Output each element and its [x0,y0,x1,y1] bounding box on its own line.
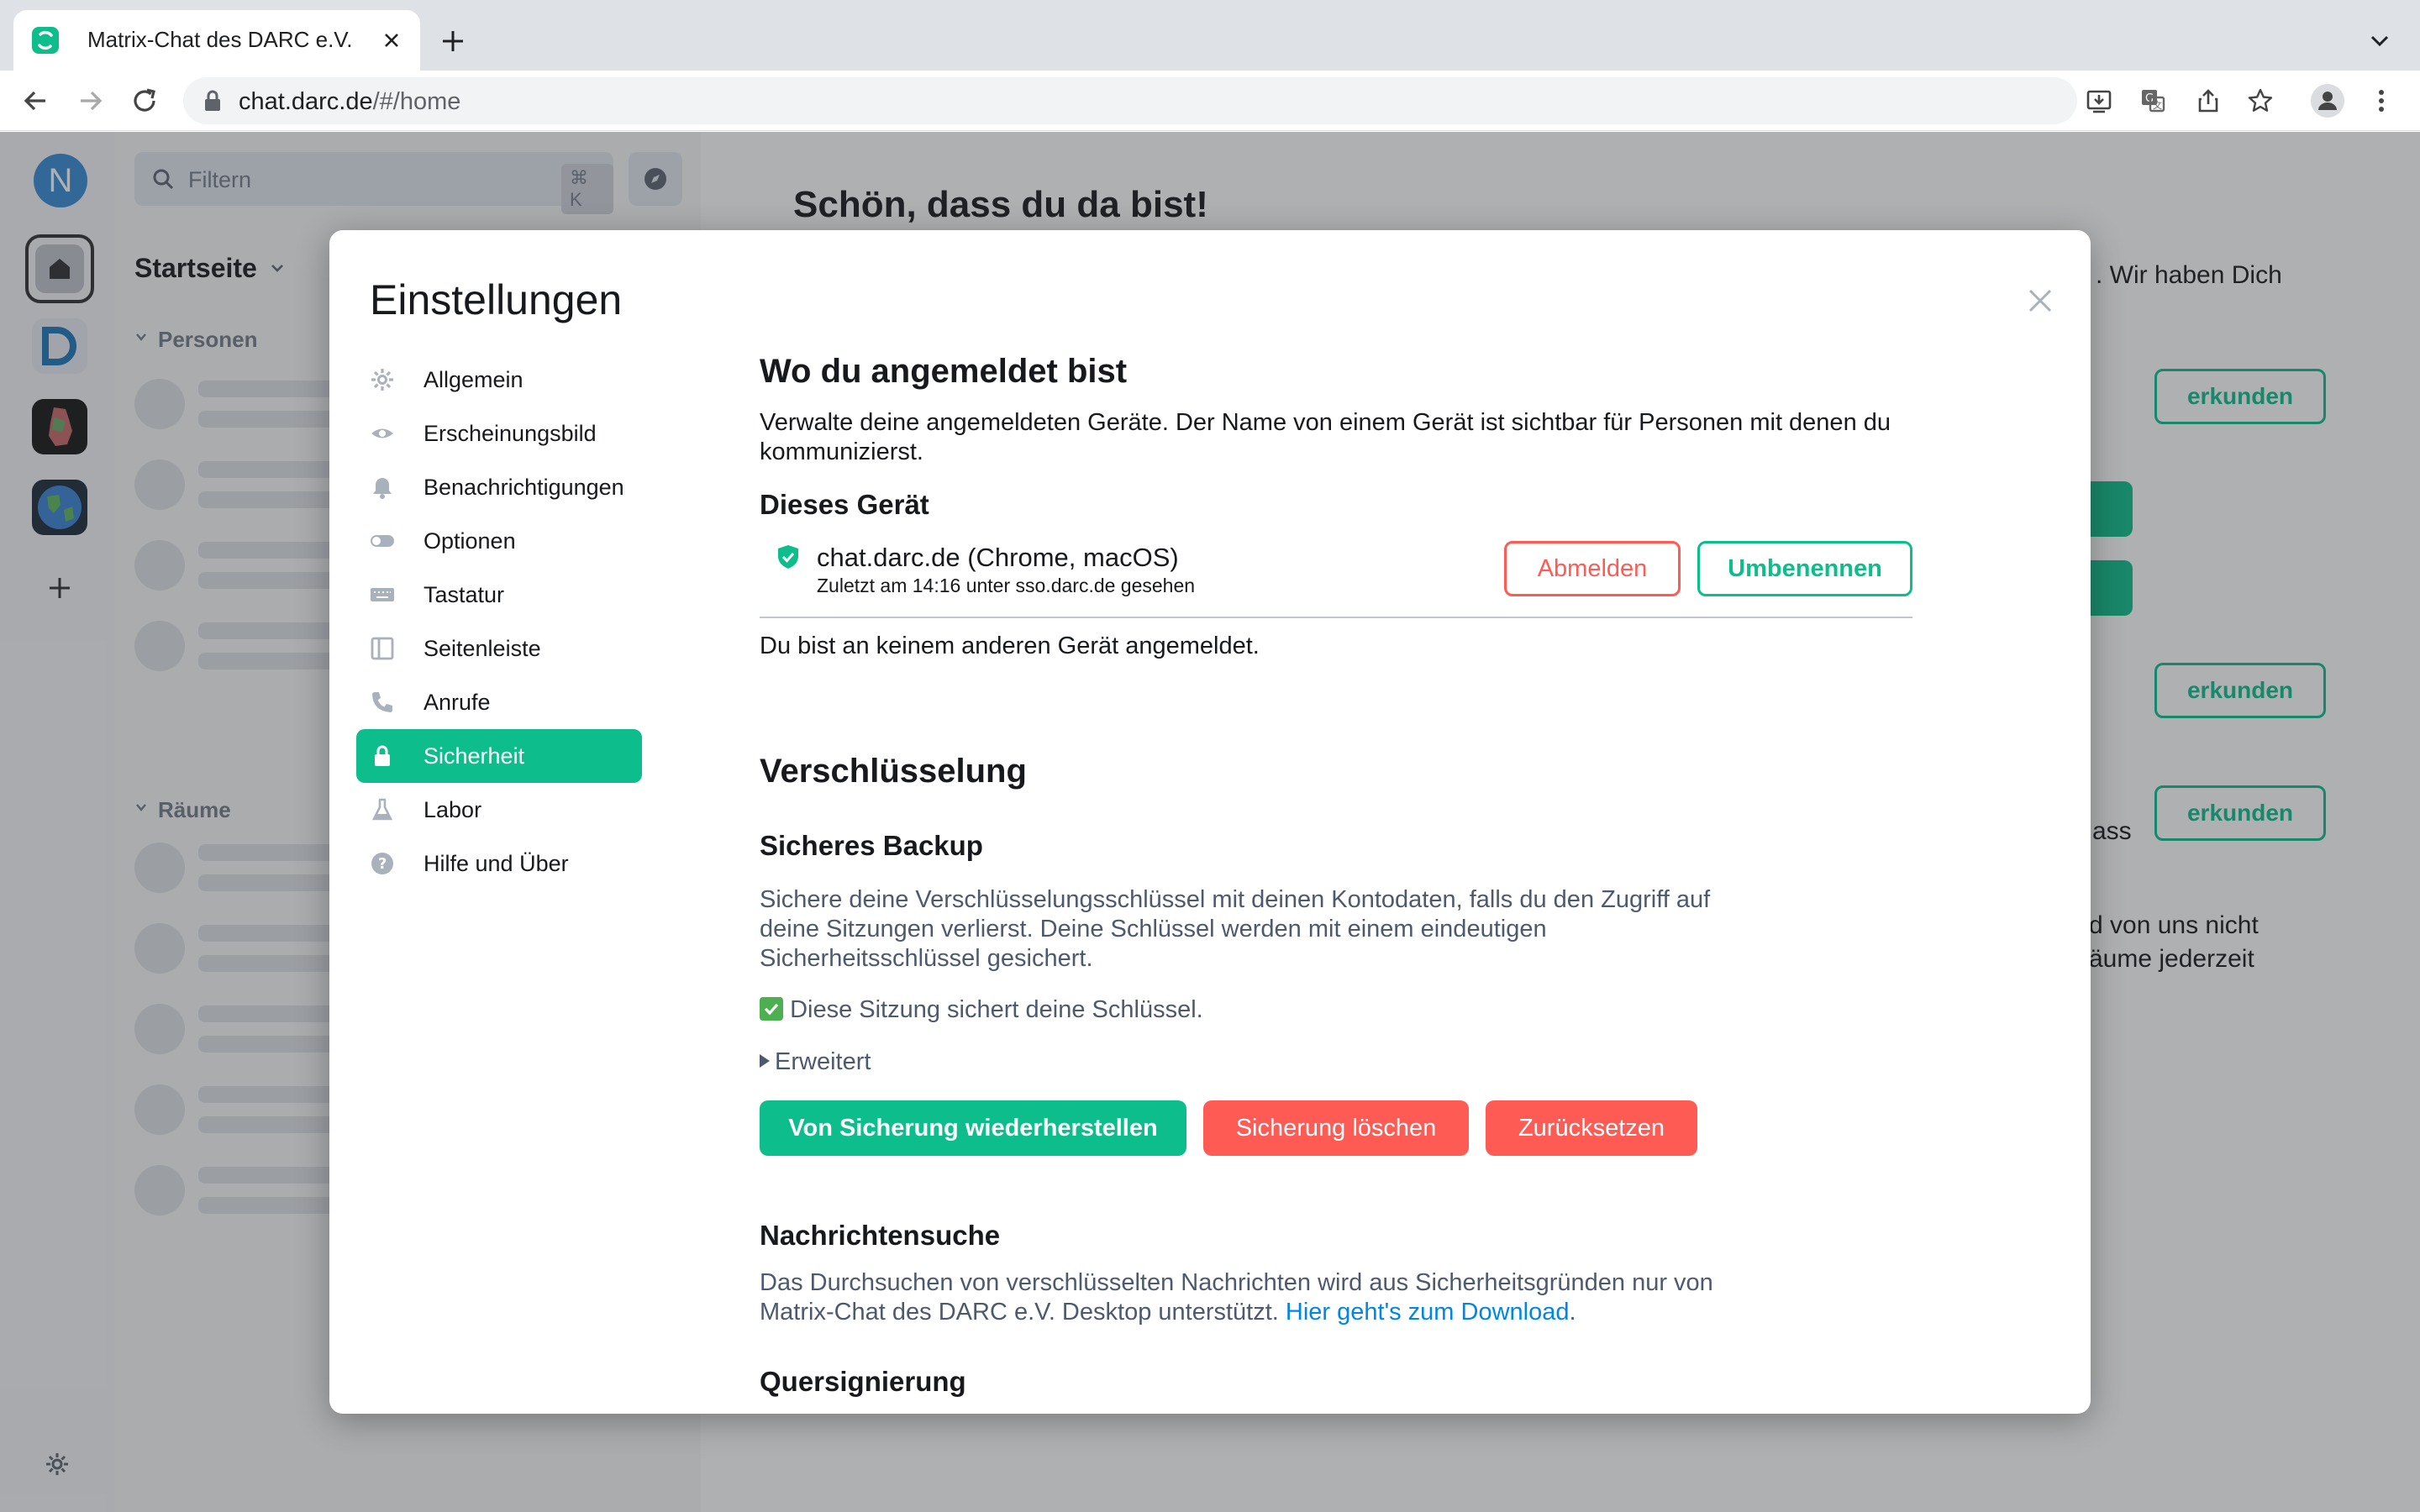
nav-label: Erscheinungsbild [424,421,597,446]
nav-label: Sicherheit [424,743,525,769]
encryption-heading: Verschlüsselung [760,753,1027,790]
browser-toolbar: chat.darc.de/#/home G文 [0,71,2420,131]
nav-label: Tastatur [424,582,505,607]
url-text: chat.darc.de/#/home [239,88,460,116]
eye-icon [371,428,393,438]
nav-item-seitenleiste[interactable]: Seitenleiste [356,622,642,675]
nav-label: Hilfe und Über [424,851,569,876]
translate-icon[interactable]: G文 [2139,87,2166,114]
browser-menu-icon[interactable] [2375,86,2388,116]
nav-label: Optionen [424,528,516,554]
nav-item-allgemein[interactable]: Allgemein [356,353,642,407]
lock-icon[interactable] [203,89,222,113]
flask-icon [371,798,393,821]
delete-backup-button[interactable]: Sicherung löschen [1203,1100,1469,1156]
device-meta: Zuletzt am 14:16 unter sso.darc.de geseh… [817,575,1196,596]
toggle-icon [371,535,394,547]
new-tab-icon[interactable] [439,27,467,55]
nav-item-anrufe[interactable]: Anrufe [356,675,642,729]
nav-label: Benachrichtigungen [424,475,624,500]
dialog-title: Einstellungen [370,276,623,323]
forward-icon[interactable] [76,86,106,116]
install-icon[interactable] [2086,87,2112,114]
nav-label: Seitenleiste [424,636,541,661]
nav-item-labor[interactable]: Labor [356,783,642,837]
nav-item-sicherheit[interactable]: Sicherheit [356,729,642,783]
bookmark-star-icon[interactable] [2247,87,2274,114]
bell-icon [373,478,392,499]
tab-title: Matrix-Chat des DARC e.V. [87,27,353,52]
browser-tab[interactable]: Matrix-Chat des DARC e.V. [13,10,420,71]
close-tab-icon[interactable] [380,29,403,52]
profile-icon[interactable] [2311,84,2344,118]
tab-search-icon[interactable] [2368,30,2391,50]
secure-backup-heading: Sicheres Backup [760,830,983,861]
triangle-right-icon [760,1054,770,1068]
advanced-toggle[interactable]: Erweitert [760,1048,871,1076]
gear-icon [371,369,393,391]
back-icon[interactable] [20,86,50,116]
sessions-description: Verwalte deine angemeldeten Geräte. Der … [760,409,1891,465]
advanced-label: Erweitert [775,1048,871,1075]
nav-label: Labor [424,797,482,822]
tab-strip: Matrix-Chat des DARC e.V. [0,0,2420,71]
no-other-devices: Du bist an keinem anderen Gerät angemeld… [760,633,1260,659]
nav-label: Allgemein [424,367,523,392]
check-icon [760,997,783,1021]
message-search-description: Das Durchsuchen von verschlüsselten Nach… [760,1269,1713,1326]
help-icon: ? [371,853,393,874]
sessions-heading: Wo du angemeldet bist [760,353,1128,390]
divider [760,617,1912,618]
settings-dialog: Einstellungen Allgemein Erscheinungsbild… [329,230,2091,1414]
url-path: /#/home [372,88,461,115]
cross-signing-heading: Quersignierung [760,1366,966,1397]
nav-item-tastatur[interactable]: Tastatur [356,568,642,622]
reset-button[interactable]: Zurücksetzen [1486,1100,1697,1156]
this-device-heading: Dieses Gerät [760,489,929,520]
nav-label: Anrufe [424,690,491,715]
nav-item-benachrichtigungen[interactable]: Benachrichtigungen [356,460,642,514]
device-name: chat.darc.de (Chrome, macOS) [817,543,1179,572]
sign-out-button[interactable]: Abmelden [1504,541,1681,596]
sidebar-icon [371,637,394,660]
phone-icon [372,692,392,712]
svg-text:文: 文 [2153,99,2162,111]
keyboard-icon [371,588,394,601]
restore-backup-button[interactable]: Von Sicherung wiederherstellen [760,1100,1186,1156]
backup-description: Sichere deine Verschlüsselungsschlüssel … [760,886,1711,972]
nav-item-erscheinungsbild[interactable]: Erscheinungsbild [356,407,642,460]
rename-button[interactable]: Umbenennen [1697,541,1912,596]
backup-status: Diese Sitzung sichert deine Schlüssel. [760,996,1203,1024]
nav-item-hilfe[interactable]: ? Hilfe und Über [356,837,642,890]
lock-icon [375,745,390,766]
settings-content: Wo du angemeldet bist Verwalte deine ang… [760,230,2054,1414]
nav-item-optionen[interactable]: Optionen [356,514,642,568]
svg-text:?: ? [378,855,387,873]
favicon-icon [32,27,59,54]
verified-shield-icon [778,545,798,569]
message-search-heading: Nachrichtensuche [760,1220,1001,1251]
reload-icon[interactable] [129,86,160,116]
download-link[interactable]: Hier geht's zum Download [1286,1299,1570,1326]
share-icon[interactable] [2195,87,2222,114]
url-domain: chat.darc.de [239,88,373,115]
backup-status-text: Diese Sitzung sichert deine Schlüssel. [790,996,1203,1023]
address-bar[interactable]: chat.darc.de/#/home [183,77,2077,124]
